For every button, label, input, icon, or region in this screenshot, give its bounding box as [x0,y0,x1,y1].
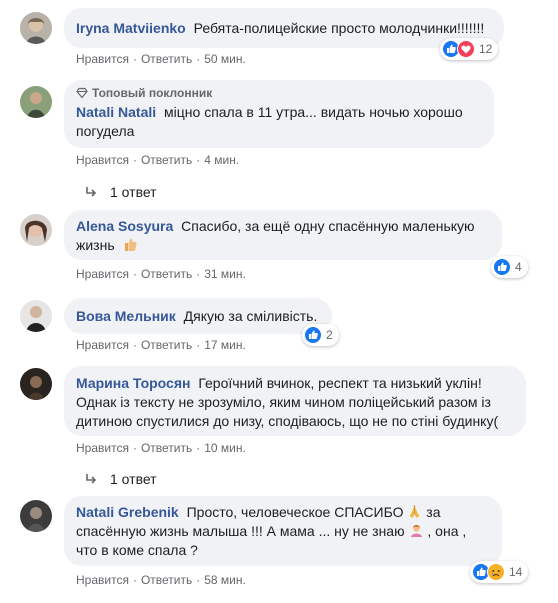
avatar[interactable] [20,86,52,118]
avatar[interactable] [20,500,52,532]
reactions-summary[interactable]: 4 [491,256,528,278]
thumbs-up-emoji-icon [123,237,138,252]
comment-bubble: Вова Мельник Дякую за сміливість. [64,298,332,334]
reaction-count: 12 [479,42,493,56]
comment-actions: Нравится · Ответить · 50 мин. [76,52,246,66]
comment-text: Просто, человеческое СПАСИБО [186,504,404,520]
reply-arrow-icon [84,472,98,486]
comment-actions: Нравится · Ответить · 4 мин. [76,153,240,167]
top-fan-badge-label: Топовый поклонник [92,86,213,100]
reply-action[interactable]: Ответить [141,573,192,587]
comment-time[interactable]: 4 мин. [204,153,239,167]
top-fan-badge: Топовый поклонник [76,85,482,101]
love-reaction-icon [457,40,475,58]
like-action[interactable]: Нравится [76,338,129,352]
sad-reaction-icon [487,563,505,581]
avatar[interactable] [20,368,52,400]
comment-text: Дякую за сміливість. [183,308,318,324]
praying-hands-emoji-icon [407,504,422,519]
view-replies-link[interactable]: 1 ответ [84,470,157,488]
comment-author[interactable]: Вова Мельник [76,308,176,324]
like-reaction-icon [493,258,511,276]
reaction-count: 2 [326,328,333,342]
reactions-summary[interactable]: 14 [470,561,529,583]
comment-author[interactable]: Iryna Matviienko [76,20,186,36]
like-action[interactable]: Нравится [76,153,129,167]
avatar[interactable] [20,12,52,44]
comment-bubble: Марина Торосян Героїчний вчинок, респект… [64,366,526,436]
person-shrugging-emoji-icon [409,523,424,538]
replies-count: 1 ответ [110,184,157,200]
like-action[interactable]: Нравится [76,441,129,455]
comment-time[interactable]: 17 мин. [204,338,246,352]
avatar[interactable] [20,214,52,246]
comment-bubble: Alena Sosyura Спасибо, за ещё одну спасё… [64,210,502,260]
comment-bubble: Natali Grebenik Просто, человеческое СПА… [64,496,502,566]
comment-author[interactable]: Alena Sosyura [76,218,173,234]
comment-actions: Нравится · Ответить · 58 мин. [76,573,246,587]
reply-action[interactable]: Ответить [141,153,192,167]
reply-action[interactable]: Ответить [141,338,192,352]
reply-action[interactable]: Ответить [141,267,192,281]
comment-author[interactable]: Natali Natali [76,104,156,120]
comment-time[interactable]: 10 мин. [204,441,246,455]
comment-author[interactable]: Natali Grebenik [76,504,179,520]
reactions-summary[interactable]: 12 [440,38,499,60]
like-action[interactable]: Нравится [76,573,129,587]
reply-arrow-icon [84,185,98,199]
comment-actions: Нравится · Ответить · 10 мин. [76,441,246,455]
view-replies-link[interactable]: 1 ответ [84,183,157,201]
comment-time[interactable]: 31 мин. [204,267,246,281]
comment-text: Ребята-полицейские просто молодчинки!!!!… [193,20,485,36]
comment-actions: Нравится · Ответить · 31 мин. [76,267,246,281]
diamond-icon [76,87,88,99]
like-action[interactable]: Нравится [76,52,129,66]
reply-action[interactable]: Ответить [141,441,192,455]
comment-time[interactable]: 50 мин. [204,52,246,66]
avatar[interactable] [20,300,52,332]
comment-actions: Нравится · Ответить · 17 мин. [76,338,246,352]
like-action[interactable]: Нравится [76,267,129,281]
comment-author[interactable]: Марина Торосян [76,375,190,391]
like-reaction-icon [304,326,322,344]
comment-time[interactable]: 58 мин. [204,573,246,587]
reactions-summary[interactable]: 2 [302,324,339,346]
replies-count: 1 ответ [110,471,157,487]
comment-bubble: Топовый поклонник Natali Natali міцно сп… [64,80,494,148]
reaction-count: 14 [509,565,523,579]
comment-bubble: Iryna Matviienko Ребята-полицейские прос… [64,8,504,48]
reaction-count: 4 [515,260,522,274]
reply-action[interactable]: Ответить [141,52,192,66]
